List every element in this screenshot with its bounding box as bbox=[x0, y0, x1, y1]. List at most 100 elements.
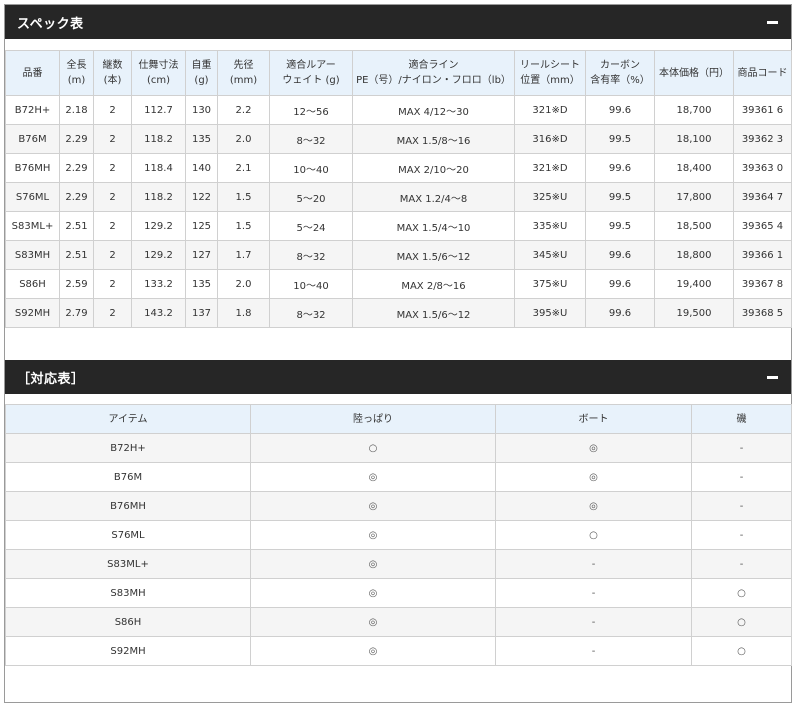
spec-cell: 39365 4 bbox=[733, 211, 792, 241]
correspondence-mark-cell: ◎ bbox=[495, 462, 692, 492]
spec-table-row: S83MH 2.51 2 129.2 127 1.7 8～32 MAX 1.5/6～12 345… bbox=[5, 240, 792, 270]
spec-column-header-line: (mm) bbox=[229, 75, 258, 86]
spec-column-header-line: 自重 bbox=[191, 60, 212, 71]
spec-cell: 133.2 bbox=[131, 269, 186, 299]
correspondence-mark-cell: - bbox=[691, 549, 792, 579]
correspondence-item-cell: B76M bbox=[5, 462, 251, 492]
spec-cell: B72H+ bbox=[5, 95, 60, 125]
correspondence-item-cell: S92MH bbox=[5, 636, 251, 666]
spec-section-header[interactable]: スペック表 bbox=[5, 5, 791, 39]
spec-cell: 99.6 bbox=[585, 95, 655, 125]
spec-cell: 39363 0 bbox=[733, 153, 792, 183]
spec-cell: 1.5 bbox=[217, 182, 270, 212]
spec-cell: B76MH bbox=[5, 153, 60, 183]
correspondence-table-row: B76M ◎ ◎ - bbox=[5, 462, 792, 492]
correspondence-body: B72H+ ○ ◎ - B76M ◎ ◎ - B76MH ◎ ◎ - S76ML ◎ ○ - S83ML+ ◎ - -… bbox=[5, 433, 792, 666]
spec-cell: 321※D bbox=[514, 95, 586, 125]
correspondence-item-cell: B72H+ bbox=[5, 433, 251, 463]
spec-cell: S83MH bbox=[5, 240, 60, 270]
correspondence-table-row: S92MH ◎ - ○ bbox=[5, 636, 792, 666]
spec-cell: 18,100 bbox=[654, 124, 734, 154]
spec-column-header-line: 継数 bbox=[102, 60, 123, 71]
spec-header-row: 品番 全長 (m) 継数 (本) 仕舞寸法 (cm) 自重 (g) 先径 (mm) 適合ルアー ウェイト… bbox=[5, 50, 792, 96]
spec-cell: S92MH bbox=[5, 298, 60, 328]
correspondence-header-row: アイテム 陸っぱり ボート磯 bbox=[5, 404, 792, 434]
spec-column-header-line: (cm) bbox=[146, 75, 171, 86]
spec-column-header: 継数 (本) bbox=[93, 50, 132, 96]
correspondence-section-header[interactable]: ［対応表］ bbox=[5, 360, 791, 394]
minus-icon bbox=[766, 20, 778, 24]
correspondence-table-row: S83MH ◎ - ○ bbox=[5, 578, 792, 608]
correspondence-mark-cell: ◎ bbox=[495, 433, 692, 463]
spec-cell: 8～32 bbox=[269, 240, 353, 270]
spec-cell: 2.0 bbox=[217, 269, 270, 299]
spec-cell: 135 bbox=[185, 124, 218, 154]
spec-table-row: S76ML 2.29 2 118.2 122 1.5 5～20 MAX 1.2/4～8 325※… bbox=[5, 182, 792, 212]
correspondence-mark-cell: - bbox=[691, 491, 792, 521]
spec-cell: 18,800 bbox=[654, 240, 734, 270]
spec-cell: 2 bbox=[93, 124, 132, 154]
correspondence-table-row: S83ML+ ◎ - - bbox=[5, 549, 792, 579]
spec-collapse-button[interactable] bbox=[765, 15, 779, 29]
spec-cell: 19,400 bbox=[654, 269, 734, 299]
spec-cell: 12～56 bbox=[269, 95, 353, 125]
spec-cell: 2.2 bbox=[217, 95, 270, 125]
spec-cell: 118.2 bbox=[131, 124, 186, 154]
spec-section-title: スペック表 bbox=[17, 16, 84, 32]
spec-column-header: 適合ルアー ウェイト (g) bbox=[269, 50, 353, 96]
correspondence-item-cell: S83MH bbox=[5, 578, 251, 608]
spec-cell: 39367 8 bbox=[733, 269, 792, 299]
correspondence-item-cell: B76MH bbox=[5, 491, 251, 521]
spec-cell: 18,400 bbox=[654, 153, 734, 183]
spec-cell: 375※U bbox=[514, 269, 586, 299]
spec-cell: 2.51 bbox=[59, 240, 94, 270]
spec-column-header: 本体価格（円） bbox=[654, 50, 734, 96]
spec-cell: MAX 4/12～30 bbox=[352, 95, 515, 125]
correspondence-mark-cell: ◎ bbox=[250, 607, 496, 637]
spec-cell: 129.2 bbox=[131, 240, 186, 270]
correspondence-mark-cell: - bbox=[495, 549, 692, 579]
spec-cell: MAX 2/8～16 bbox=[352, 269, 515, 299]
correspondence-item-cell: S83ML+ bbox=[5, 549, 251, 579]
correspondence-section-title: ［対応表］ bbox=[17, 371, 85, 387]
minus-icon bbox=[766, 375, 778, 379]
spec-cell: MAX 1.5/6～12 bbox=[352, 240, 515, 270]
correspondence-mark-cell: ○ bbox=[495, 520, 692, 550]
spec-table-row: S83ML+ 2.51 2 129.2 125 1.5 5～24 MAX 1.5/4～10 33… bbox=[5, 211, 792, 241]
correspondence-table-row: B72H+ ○ ◎ - bbox=[5, 433, 792, 463]
spec-column-header: 仕舞寸法 (cm) bbox=[131, 50, 186, 96]
spec-column-header-line: ウェイト (g) bbox=[282, 75, 340, 86]
spec-cell: 112.7 bbox=[131, 95, 186, 125]
spec-cell: 39368 5 bbox=[733, 298, 792, 328]
spec-cell: 99.5 bbox=[585, 182, 655, 212]
spec-cell: 39362 3 bbox=[733, 124, 792, 154]
spec-cell: 2.79 bbox=[59, 298, 94, 328]
spec-cell: 316※D bbox=[514, 124, 586, 154]
correspondence-mark-cell: - bbox=[691, 433, 792, 463]
spec-cell: B76M bbox=[5, 124, 60, 154]
correspondence-collapse-button[interactable] bbox=[765, 370, 779, 384]
spec-column-header: 全長 (m) bbox=[59, 50, 94, 96]
spec-cell: 143.2 bbox=[131, 298, 186, 328]
spec-cell: 10～40 bbox=[269, 153, 353, 183]
spec-cell: S83ML+ bbox=[5, 211, 60, 241]
spec-cell: 2 bbox=[93, 182, 132, 212]
spec-table: 品番 全長 (m) 継数 (本) 仕舞寸法 (cm) 自重 (g) 先径 (mm) 適合ルアー ウェイト… bbox=[5, 50, 792, 328]
spec-cell: 2 bbox=[93, 211, 132, 241]
correspondence-mark-cell: ○ bbox=[691, 607, 792, 637]
spec-column-header-line: (m) bbox=[67, 75, 86, 86]
spec-cell: MAX 1.5/8～16 bbox=[352, 124, 515, 154]
correspondence-mark-cell: ○ bbox=[691, 636, 792, 666]
spec-cell: 19,500 bbox=[654, 298, 734, 328]
spec-cell: 8～32 bbox=[269, 124, 353, 154]
spec-table-row: S86H 2.59 2 133.2 135 2.0 10～40 MAX 2/8～16 375※U… bbox=[5, 269, 792, 299]
spec-column-header-line: 適合ライン bbox=[408, 60, 459, 71]
spec-column-header-line: 商品コード bbox=[737, 67, 788, 79]
spec-cell: 2.59 bbox=[59, 269, 94, 299]
spec-table-row: S92MH 2.79 2 143.2 137 1.8 8～32 MAX 1.5/6～12 395… bbox=[5, 298, 792, 328]
spec-cell: 345※U bbox=[514, 240, 586, 270]
spec-cell: 130 bbox=[185, 95, 218, 125]
correspondence-item-cell: S76ML bbox=[5, 520, 251, 550]
spec-cell: 2.51 bbox=[59, 211, 94, 241]
spec-cell: 2 bbox=[93, 240, 132, 270]
